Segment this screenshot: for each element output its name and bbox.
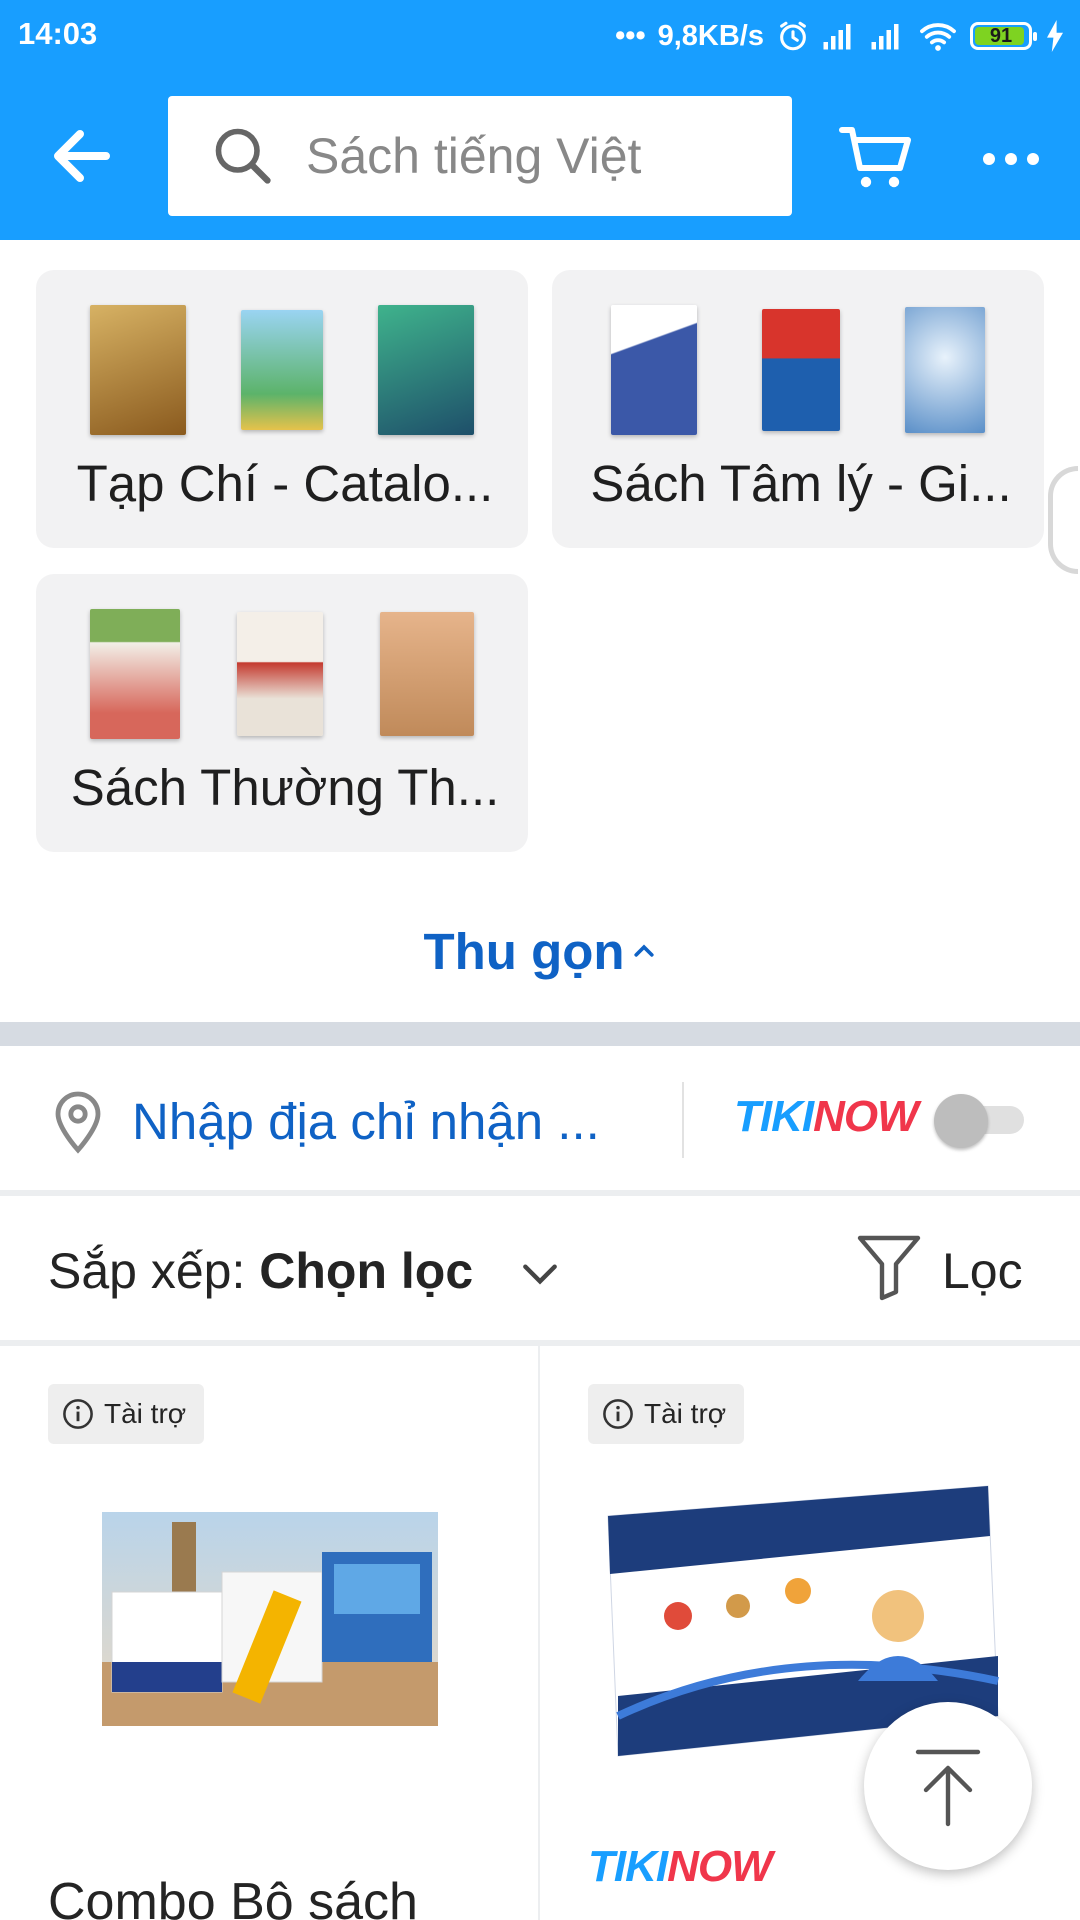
section-divider (0, 1022, 1080, 1046)
category-label: Sách Tâm lý - Gi... (590, 455, 1012, 512)
sponsored-badge: Tài trợ (48, 1384, 205, 1444)
category-book-covers (552, 304, 1044, 436)
status-icons: ••• 9,8KB/s 91 (615, 14, 1066, 58)
scroll-to-top-button[interactable] (864, 1702, 1032, 1870)
filter-icon[interactable] (856, 1232, 922, 1302)
category-card[interactable]: Sách Thường Th... (36, 574, 528, 852)
cart-button[interactable] (836, 118, 916, 198)
top-app-bar: Sách tiếng Việt (0, 72, 1080, 240)
cart-icon (839, 127, 911, 188)
back-arrow-icon (54, 130, 110, 182)
info-icon (603, 1399, 633, 1429)
sort-value: Chọn lọc (259, 1243, 474, 1299)
address-input[interactable]: Nhập địa chỉ nhận ... (132, 1092, 632, 1151)
sponsored-badge: Tài trợ (588, 1384, 745, 1444)
product-card[interactable]: Tài trợ Combo Bộ sách (0, 1346, 538, 1920)
filter-button[interactable]: Lọc (942, 1242, 1023, 1300)
book-cover-image (90, 609, 181, 739)
tikinow-logo: TIKINOW (588, 1842, 773, 1891)
category-card[interactable]: Tạp Chí - Catalo... (36, 270, 528, 548)
tikinow-toggle[interactable] (934, 1094, 1026, 1148)
book-cover-image (610, 305, 697, 435)
status-bar: 14:03 ••• 9,8KB/s 91 (0, 0, 1080, 72)
chevron-up-icon (633, 944, 654, 957)
network-speed: 9,8KB/s (657, 19, 764, 52)
book-cover-image (378, 305, 475, 435)
book-cover-image (236, 612, 323, 736)
chevron-down-icon[interactable] (518, 1252, 562, 1296)
search-placeholder: Sách tiếng Việt (306, 128, 642, 184)
product-image (102, 1512, 438, 1726)
wifi-icon (920, 23, 956, 51)
collapse-button[interactable]: Thu gọn (0, 916, 1080, 986)
product-name: Combo Bộ sách (48, 1873, 418, 1920)
category-label: Tạp Chí - Catalo... (76, 455, 494, 512)
book-cover-image (761, 309, 840, 431)
alarm-icon (780, 21, 806, 51)
battery-level: 91 (989, 24, 1013, 47)
sponsored-label: Tài trợ (644, 1398, 727, 1429)
status-dots: ••• (615, 19, 646, 52)
category-label: Sách Thường Th... (70, 759, 500, 816)
toggle-knob (934, 1094, 988, 1148)
scroll-indicator (1048, 466, 1078, 574)
collapse-label: Thu gọn (423, 922, 625, 980)
more-dots-icon (983, 153, 1039, 165)
location-pin-icon (55, 1091, 101, 1154)
delivery-address-bar: Nhập địa chỉ nhận ... TIKINOW (0, 1046, 1080, 1194)
back-button[interactable] (42, 116, 122, 196)
category-book-covers (36, 608, 528, 740)
book-cover-image (240, 310, 323, 430)
book-cover-image (379, 612, 474, 736)
sort-prefix: Sắp xếp: (48, 1243, 260, 1299)
book-cover-image (89, 305, 186, 435)
status-time: 14:03 (18, 16, 98, 51)
book-cover-image (905, 307, 986, 433)
info-icon (63, 1399, 93, 1429)
sort-filter-bar: Sắp xếp: Chọn lọc Lọc (0, 1196, 1080, 1344)
sponsored-label: Tài trợ (104, 1398, 187, 1429)
signal-icon (823, 24, 851, 50)
category-book-covers (36, 304, 528, 436)
vertical-divider (682, 1082, 684, 1158)
category-card[interactable]: Sách Tâm lý - Gi... (552, 270, 1044, 548)
battery-icon: 91 (970, 22, 1037, 50)
search-icon (215, 128, 271, 184)
tikinow-logo: TIKINOW (734, 1092, 919, 1141)
sort-dropdown[interactable]: Sắp xếp: Chọn lọc (48, 1242, 473, 1300)
signal-icon (871, 24, 899, 50)
charging-icon (1047, 20, 1063, 52)
search-input[interactable]: Sách tiếng Việt (168, 96, 792, 216)
arrow-up-icon (915, 1749, 981, 1827)
more-button[interactable] (976, 134, 1046, 184)
